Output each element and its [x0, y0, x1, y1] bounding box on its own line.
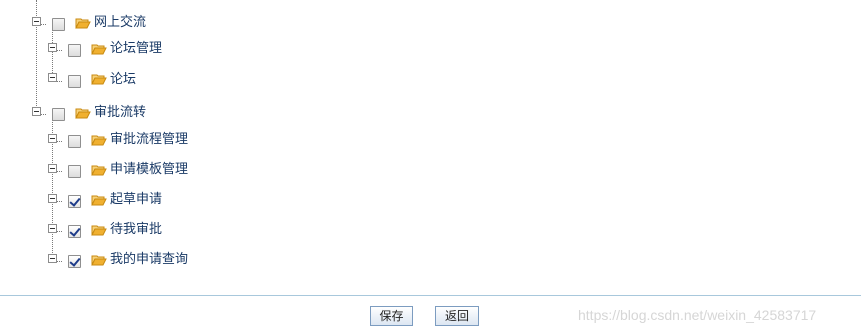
- open-folder-icon: [91, 44, 107, 55]
- group-checkbox[interactable]: [52, 108, 65, 121]
- collapse-minus-icon[interactable]: [48, 43, 57, 52]
- node-checkbox[interactable]: [68, 165, 81, 178]
- open-folder-icon: [75, 108, 91, 119]
- open-folder-icon: [75, 18, 91, 29]
- tree-node-label[interactable]: 申请模板管理: [110, 161, 188, 179]
- permission-tree-page: 网上交流 论坛管理 论坛 审批流转 审批流程管理 申请模板管理 起草申请 待我审…: [0, 0, 861, 336]
- collapse-minus-icon[interactable]: [32, 17, 41, 26]
- open-folder-icon: [91, 225, 107, 236]
- group-checkbox[interactable]: [52, 18, 65, 31]
- node-checkbox[interactable]: [68, 255, 81, 268]
- back-button[interactable]: 返回: [435, 306, 479, 326]
- node-checkbox[interactable]: [68, 75, 81, 88]
- collapse-minus-icon[interactable]: [48, 73, 57, 82]
- collapse-minus-icon[interactable]: [48, 194, 57, 203]
- node-checkbox[interactable]: [68, 135, 81, 148]
- save-button[interactable]: 保存: [370, 306, 413, 326]
- tree-node-label[interactable]: 论坛: [110, 71, 136, 89]
- tree-node-label[interactable]: 网上交流: [94, 14, 146, 32]
- footer-divider: [0, 295, 861, 296]
- tree-node-label[interactable]: 论坛管理: [110, 40, 162, 58]
- node-checkbox[interactable]: [68, 225, 81, 238]
- collapse-minus-icon[interactable]: [48, 224, 57, 233]
- watermark-text: https://blog.csdn.net/weixin_42583717: [578, 307, 817, 323]
- tree-node-label[interactable]: 待我审批: [110, 221, 162, 239]
- open-folder-icon: [91, 135, 107, 146]
- open-folder-icon: [91, 255, 107, 266]
- open-folder-icon: [91, 74, 107, 85]
- node-checkbox[interactable]: [68, 44, 81, 57]
- tree-node-label[interactable]: 审批流程管理: [110, 131, 188, 149]
- tree-node-label[interactable]: 起草申请: [110, 191, 162, 209]
- open-folder-icon: [91, 165, 107, 176]
- open-folder-icon: [91, 195, 107, 206]
- collapse-minus-icon[interactable]: [32, 107, 41, 116]
- collapse-minus-icon[interactable]: [48, 134, 57, 143]
- collapse-minus-icon[interactable]: [48, 254, 57, 263]
- node-checkbox[interactable]: [68, 195, 81, 208]
- collapse-minus-icon[interactable]: [48, 164, 57, 173]
- tree-node-label[interactable]: 审批流转: [94, 104, 146, 122]
- tree-node-label[interactable]: 我的申请查询: [110, 251, 188, 269]
